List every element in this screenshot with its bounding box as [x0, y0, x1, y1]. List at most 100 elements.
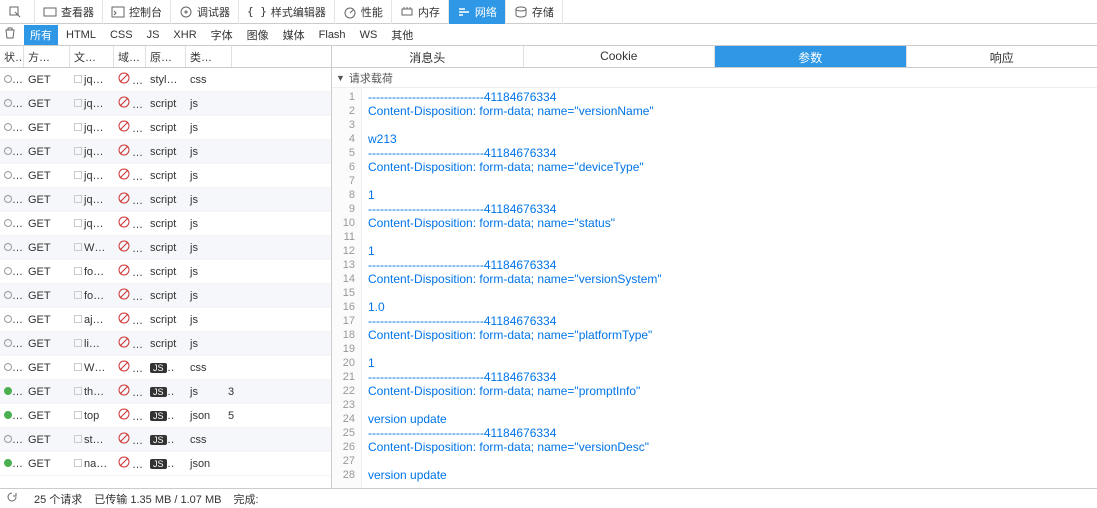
- nocache-icon: [118, 264, 130, 276]
- filter-字体[interactable]: 字体: [205, 25, 239, 45]
- request-list: 状…方…文…域…原…类… …GETjq…10…styles…css …GETjq…: [0, 46, 332, 488]
- request-count: 25 个请求: [34, 491, 82, 507]
- column-header[interactable]: 方…: [24, 46, 70, 67]
- filter-所有[interactable]: 所有: [24, 25, 58, 45]
- column-header[interactable]: 类…: [186, 46, 232, 67]
- toolbar-inspector[interactable]: 查看器: [35, 0, 103, 24]
- collapse-icon: ▼: [336, 73, 345, 83]
- status-dot: [4, 99, 12, 107]
- status-dot: [4, 363, 12, 371]
- request-row[interactable]: …GETna…10…JSxhrjson: [0, 452, 331, 476]
- detail-tab[interactable]: 消息头: [332, 46, 524, 67]
- request-rows: …GETjq…10…styles…css …GETjq…10…scriptjs …: [0, 68, 331, 488]
- network-icon: [457, 5, 471, 19]
- filter-HTML[interactable]: HTML: [60, 27, 102, 43]
- filter-CSS[interactable]: CSS: [104, 27, 139, 43]
- status-dot: [4, 411, 12, 419]
- toolbar-memory[interactable]: 内存: [392, 0, 449, 24]
- request-row[interactable]: …GETWd…10…JSsty…css: [0, 356, 331, 380]
- request-row[interactable]: …GETjq…10…scriptjs: [0, 164, 331, 188]
- request-row[interactable]: …GETli…10…scriptjs: [0, 332, 331, 356]
- filter-JS[interactable]: JS: [141, 27, 166, 43]
- toolbar-console[interactable]: 控制台: [103, 0, 171, 24]
- toolbar-picker[interactable]: [0, 0, 35, 24]
- request-row[interactable]: …GETjq…10…scriptjs: [0, 116, 331, 140]
- column-header[interactable]: 域…: [114, 46, 146, 67]
- payload-title: 请求载荷: [349, 70, 393, 86]
- toolbar-perf[interactable]: 性能: [335, 0, 392, 24]
- filter-媒体[interactable]: 媒体: [277, 25, 311, 45]
- column-header[interactable]: 状…: [0, 46, 24, 67]
- nocache-icon: [118, 216, 130, 228]
- payload-text: -----------------------------41184676334…: [362, 90, 1097, 482]
- status-dot: [4, 219, 12, 227]
- style-icon: { }: [247, 5, 267, 18]
- toolbar-network[interactable]: 网络: [449, 0, 506, 24]
- nocache-icon: [118, 432, 130, 444]
- status-dot: [4, 339, 12, 347]
- nocache-icon: [118, 360, 130, 372]
- request-row[interactable]: …GETjq…10…scriptjs: [0, 212, 331, 236]
- status-dot: [4, 459, 12, 467]
- status-dot: [4, 147, 12, 155]
- clear-icon[interactable]: [4, 27, 16, 42]
- line-gutter: 1234567891011121314151617181920212223242…: [332, 88, 362, 488]
- request-row[interactable]: …GETth…10…JSxhrjs3: [0, 380, 331, 404]
- request-row[interactable]: …GETst…10…JSsty…css: [0, 428, 331, 452]
- status-dot: [4, 387, 12, 395]
- toolbar-debugger[interactable]: 调试器: [171, 0, 239, 24]
- payload-header[interactable]: ▼ 请求载荷: [332, 68, 1097, 88]
- filter-图像[interactable]: 图像: [241, 25, 275, 45]
- nocache-icon: [118, 72, 130, 84]
- filter-WS[interactable]: WS: [354, 27, 384, 43]
- nocache-icon: [118, 456, 130, 468]
- debugger-icon: [179, 5, 193, 19]
- detail-tab[interactable]: 参数: [715, 46, 907, 67]
- status-dot: [4, 195, 12, 203]
- status-dot: [4, 123, 12, 131]
- nocache-icon: [118, 144, 130, 156]
- column-headers: 状…方…文…域…原…类…: [0, 46, 331, 68]
- column-header[interactable]: 原…: [146, 46, 186, 67]
- status-dot: [4, 171, 12, 179]
- request-row[interactable]: …GETjq…10…scriptjs: [0, 188, 331, 212]
- request-row[interactable]: …GETfo…10…scriptjs: [0, 260, 331, 284]
- detail-tab[interactable]: Cookie: [524, 46, 716, 67]
- filter-XHR[interactable]: XHR: [167, 27, 202, 43]
- nocache-icon: [118, 312, 130, 324]
- details-panel: 消息头Cookie参数响应 ▼ 请求载荷 1234567891011121314…: [332, 46, 1097, 488]
- picker-icon: [8, 5, 22, 19]
- memory-icon: [400, 5, 414, 19]
- request-row[interactable]: …GETjq…10…styles…css: [0, 68, 331, 92]
- status-dot: [4, 267, 12, 275]
- detail-tab[interactable]: 响应: [907, 46, 1097, 67]
- filter-其他[interactable]: 其他: [385, 25, 419, 45]
- main-area: 状…方…文…域…原…类… …GETjq…10…styles…css …GETjq…: [0, 46, 1097, 488]
- status-dot: [4, 75, 12, 83]
- transfer-size: 已传输 1.35 MB / 1.07 MB: [94, 491, 221, 507]
- status-dot: [4, 435, 12, 443]
- filter-Flash[interactable]: Flash: [313, 27, 352, 43]
- nocache-icon: [118, 336, 130, 348]
- request-row[interactable]: …GETjq…10…scriptjs: [0, 140, 331, 164]
- request-row[interactable]: …GETtop10…JSxhrjson5: [0, 404, 331, 428]
- status-dot: [4, 315, 12, 323]
- toolbar-storage[interactable]: 存储: [506, 0, 563, 24]
- console-icon: [111, 5, 125, 19]
- code-body: -----------------------------41184676334…: [362, 88, 1097, 488]
- nocache-icon: [118, 384, 130, 396]
- detail-tabs: 消息头Cookie参数响应: [332, 46, 1097, 68]
- reload-icon[interactable]: [6, 491, 18, 506]
- request-row[interactable]: …GETfo…10…scriptjs: [0, 284, 331, 308]
- toolbar-style[interactable]: { }样式编辑器: [239, 0, 335, 24]
- perf-icon: [343, 5, 357, 19]
- request-row[interactable]: …GETWd…10…scriptjs: [0, 236, 331, 260]
- devtools-toolbar: 查看器控制台调试器{ }样式编辑器性能内存网络存储: [0, 0, 1097, 24]
- request-row[interactable]: …GETjq…10…scriptjs: [0, 92, 331, 116]
- nocache-icon: [118, 240, 130, 252]
- nocache-icon: [118, 96, 130, 108]
- nocache-icon: [118, 192, 130, 204]
- column-header[interactable]: 文…: [70, 46, 114, 67]
- nocache-icon: [118, 408, 130, 420]
- request-row[interactable]: …GETaj…10…scriptjs: [0, 308, 331, 332]
